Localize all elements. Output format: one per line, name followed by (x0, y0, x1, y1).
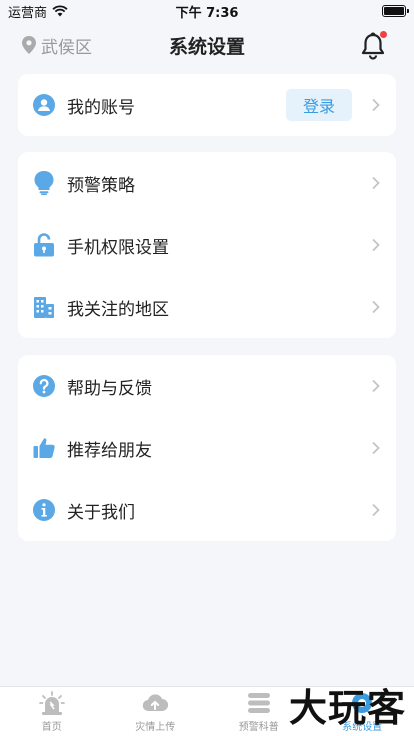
chevron-right-icon (372, 441, 380, 455)
user-icon (33, 94, 55, 116)
row-label: 关于我们 (67, 502, 135, 523)
chevron-right-icon (372, 176, 380, 190)
row-about-us[interactable]: 关于我们 (18, 479, 396, 541)
chevron-right-icon (372, 300, 380, 314)
watermark: 大玩客 (288, 685, 406, 730)
account-card: 我的账号 登录 (18, 74, 396, 136)
tab-label: 首页 (41, 722, 62, 733)
row-help-feedback[interactable]: 帮助与反馈 (18, 355, 396, 417)
tab-home[interactable]: 首页 (0, 687, 104, 736)
battery-icon (382, 5, 409, 17)
row-label: 手机权限设置 (67, 237, 169, 258)
alarm-icon (38, 691, 65, 715)
row-followed-regions[interactable]: 我关注的地区 (18, 276, 396, 338)
stack-icon (247, 693, 270, 713)
chevron-right-icon (372, 98, 380, 112)
settings-group-1: 预警策略 手机权限设置 我关注的地区 (18, 152, 396, 338)
question-icon (33, 375, 55, 397)
wifi-icon (52, 5, 68, 17)
location-selector[interactable]: 武侯区 (22, 33, 92, 58)
row-label: 我关注的地区 (67, 299, 169, 320)
row-label: 推荐给朋友 (67, 440, 152, 461)
status-bar: 运营商 下午 7:36 (0, 0, 414, 22)
chevron-right-icon (372, 238, 380, 252)
login-button[interactable]: 登录 (286, 89, 352, 121)
row-recommend-friends[interactable]: 推荐给朋友 (18, 417, 396, 479)
chevron-right-icon (372, 379, 380, 393)
carrier-label: 运营商 (8, 5, 48, 21)
tab-label: 预警科普 (238, 722, 279, 733)
thumbs-up-icon (33, 437, 55, 459)
header: 武侯区 系统设置 (0, 22, 414, 68)
settings-group-2: 帮助与反馈 推荐给朋友 关于我们 (18, 355, 396, 541)
location-pin-icon (22, 36, 36, 54)
row-label: 预警策略 (67, 175, 135, 196)
info-icon (33, 499, 55, 521)
account-label: 我的账号 (67, 97, 135, 118)
tab-label: 灾情上传 (135, 722, 176, 733)
row-warning-strategy[interactable]: 预警策略 (18, 152, 396, 214)
row-label: 帮助与反馈 (67, 378, 152, 399)
location-label: 武侯区 (41, 37, 92, 58)
row-phone-permissions[interactable]: 手机权限设置 (18, 214, 396, 276)
cloud-upload-icon (143, 694, 169, 712)
lightbulb-icon (33, 171, 55, 195)
account-row[interactable]: 我的账号 登录 (18, 74, 396, 136)
notification-badge (380, 31, 387, 38)
building-icon (33, 296, 55, 318)
tab-disaster-upload[interactable]: 灾情上传 (104, 687, 208, 736)
chevron-right-icon (372, 503, 380, 517)
lock-icon (33, 233, 55, 257)
notification-button[interactable] (360, 31, 387, 60)
